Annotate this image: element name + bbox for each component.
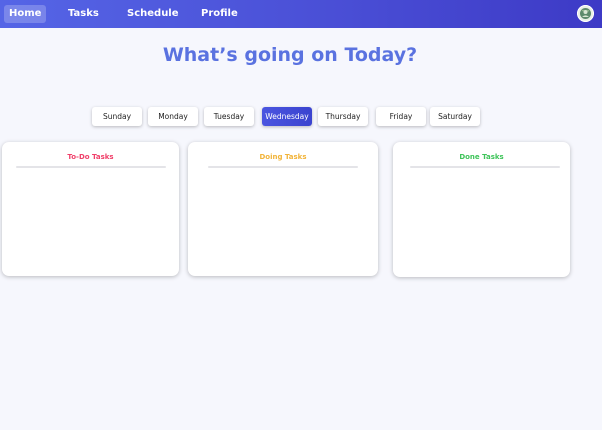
- done-board-title: Done Tasks: [459, 153, 504, 161]
- doing-board-divider: [208, 166, 358, 168]
- nav-item-tasks[interactable]: Tasks: [63, 5, 104, 23]
- page-title: What’s going on Today?: [162, 44, 418, 66]
- day-button-saturday[interactable]: Saturday: [430, 107, 480, 126]
- doing-board: Doing Tasks: [188, 142, 378, 276]
- todo-board-title: To-Do Tasks: [67, 153, 114, 161]
- day-button-thursday[interactable]: Thursday: [318, 107, 368, 126]
- day-button-sunday[interactable]: Sunday: [92, 107, 142, 126]
- day-button-tuesday[interactable]: Tuesday: [204, 107, 254, 126]
- top-navbar: Home Tasks Schedule Profile: [0, 0, 602, 28]
- done-board: Done Tasks: [393, 142, 570, 277]
- doing-board-title: Doing Tasks: [259, 153, 307, 161]
- done-board-divider: [410, 166, 560, 168]
- todo-board: To-Do Tasks: [2, 142, 179, 276]
- nav-item-profile[interactable]: Profile: [196, 5, 243, 23]
- day-button-monday[interactable]: Monday: [148, 107, 198, 126]
- nav-item-home[interactable]: Home: [4, 5, 47, 23]
- nav-item-schedule[interactable]: Schedule: [122, 5, 184, 23]
- user-avatar-icon[interactable]: [577, 5, 594, 22]
- day-button-friday[interactable]: Friday: [376, 107, 426, 126]
- todo-board-divider: [16, 166, 166, 168]
- day-button-wednesday[interactable]: Wednesday: [262, 107, 312, 126]
